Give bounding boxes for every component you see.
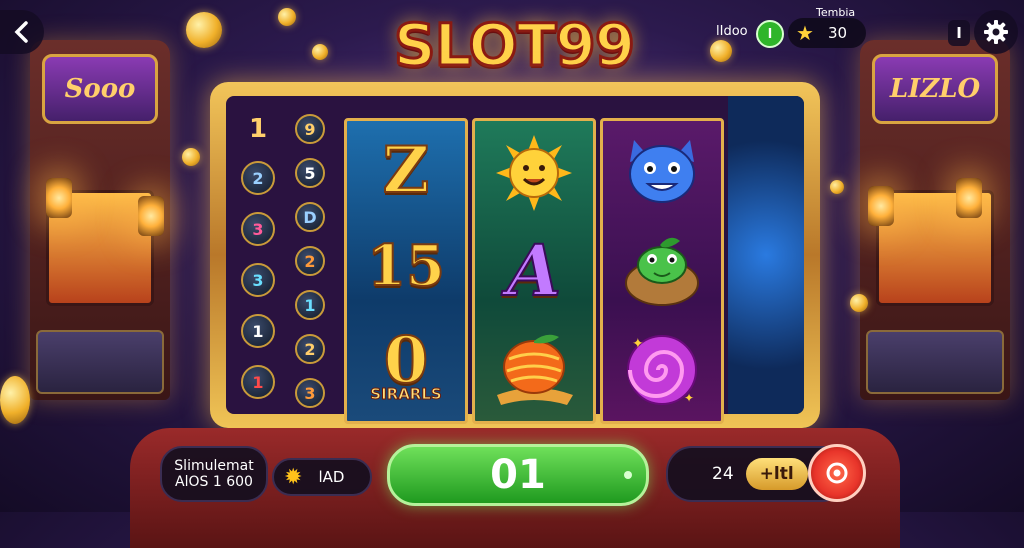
payline-number[interactable]: 5 [295,158,325,188]
balance-title: Slimulemat [174,458,254,474]
payline-number[interactable]: 2 [241,161,275,195]
level-badge[interactable]: l [756,20,784,48]
payline-number[interactable]: 3 [241,263,275,297]
reel-symbol: Z [382,132,431,208]
balance-value: AlOS 1 600 [175,474,253,490]
star-icon: ★ [796,21,814,45]
right-payline-column: 9 5 D 2 1 2 3 [288,114,332,422]
reel-2: A [472,118,596,424]
lantern-icon [138,196,164,236]
bet-panel[interactable]: ✹ lAD [272,458,372,496]
svg-text:✦: ✦ [632,336,644,352]
spin-label: 01 [490,452,546,498]
coin-icon [710,40,732,62]
lines-label: +ltl [745,458,808,490]
info-label: I [956,24,962,42]
payline-number[interactable]: 1 [295,290,325,320]
sun-coin-icon: ✹ [284,464,303,490]
lines-value: 24 [712,464,734,484]
reel-symbol: 0 [383,323,430,399]
reel-1: Z 15 0 SIRARLS [344,118,468,424]
spin-button[interactable]: 01 [387,444,649,506]
left-arcade-sign: Sooo [42,54,158,124]
level-badge-text: l [767,26,773,42]
svg-text:✦: ✦ [684,391,694,405]
bet-value: lAD [318,468,345,486]
payline-number[interactable]: 3 [295,378,325,408]
green-frog-icon [625,237,699,306]
payline-number[interactable]: 9 [295,114,325,144]
lantern-icon [46,178,72,218]
right-arcade-deck [866,330,1004,394]
level-label: lIdoo [716,24,748,39]
payline-number[interactable]: 1 [243,114,273,144]
reel-symbol: 15 [366,232,446,299]
payline-number[interactable]: 2 [295,246,325,276]
game-logo: SLOT99 [372,6,656,84]
spin-indicator [624,471,632,479]
auto-spin-button[interactable] [808,444,866,502]
payline-number[interactable]: 1 [241,314,275,348]
payline-number[interactable]: 1 [241,365,275,399]
slot-machine-frame: 1 2 3 3 1 1 9 5 D 2 1 2 3 Z 15 0 SIRARLS [210,82,820,428]
coin-icon [186,12,222,48]
coin-icon [830,180,844,194]
lantern-icon [956,178,982,218]
right-arcade-sign: LIZLO [872,54,998,124]
coin-icon [312,44,328,60]
sun-face-icon [496,134,572,211]
purple-swirl-icon: ✦ ✦ [627,334,697,405]
back-button[interactable] [0,10,44,54]
stars-value: 30 [827,24,848,42]
lantern-icon [868,186,894,226]
reel-symbol-group: 0 SIRARLS [370,323,442,404]
coin-icon [0,376,30,424]
balance-panel: Slimulemat AlOS 1 600 [160,446,268,502]
payline-number[interactable]: 3 [241,212,275,246]
gear-icon [984,20,1008,44]
reel-caption: SIRARLS [370,385,442,404]
left-arcade-deck [36,330,164,394]
reel-area: 1 2 3 3 1 1 9 5 D 2 1 2 3 Z 15 0 SIRARLS [226,96,804,424]
auto-spin-icon [826,462,848,484]
reel-side-glow [728,96,804,414]
game-title: SLOT99 [392,10,636,81]
left-payline-column: 1 2 3 3 1 1 [236,114,280,416]
settings-button[interactable] [974,10,1018,54]
stars-counter[interactable]: ★ 30 [788,18,866,48]
info-button[interactable]: I [948,20,970,46]
payline-number[interactable]: D [295,202,325,232]
coin-icon [182,148,200,166]
chevron-left-icon [14,21,28,43]
reel-3: ✦ ✦ [600,118,724,424]
coin-icon [850,294,868,312]
reel-symbol: A [506,228,562,312]
orange-fruit-icon [497,335,573,406]
coin-icon [278,8,296,26]
blue-cat-icon [629,140,695,204]
payline-number[interactable]: 2 [295,334,325,364]
